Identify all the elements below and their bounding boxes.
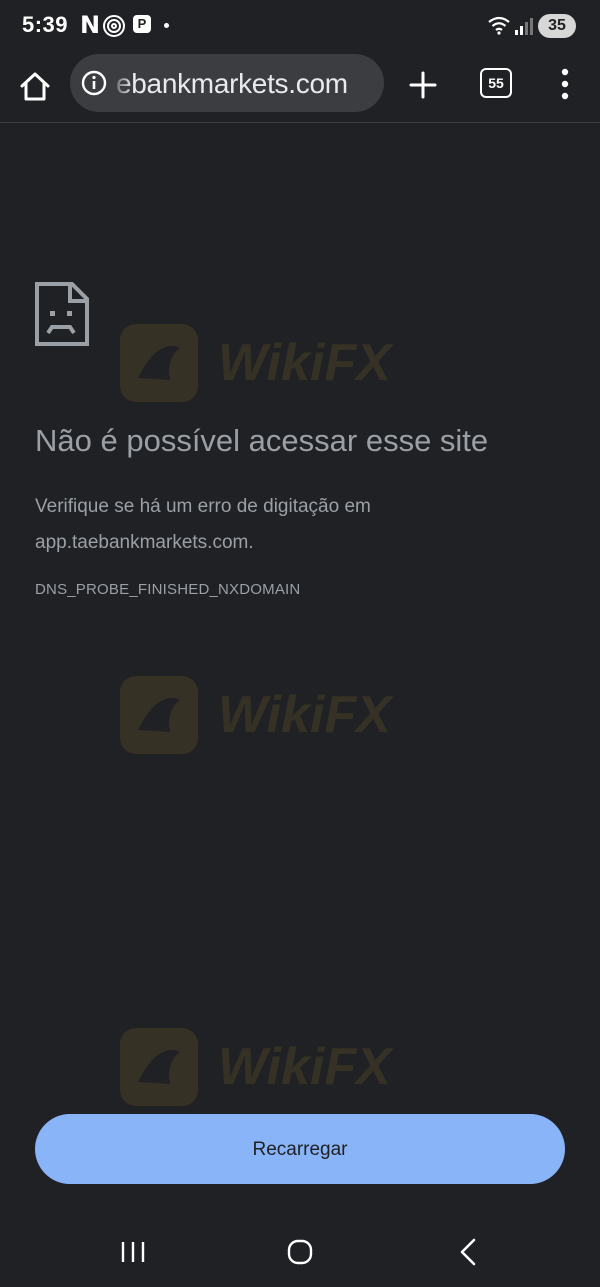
url-bar[interactable]: ebankmarkets.com: [70, 54, 384, 112]
browser-toolbar: ebankmarkets.com 55: [0, 52, 600, 123]
error-code: DNS_PROBE_FINISHED_NXDOMAIN: [35, 581, 301, 598]
n-app-icon: N: [80, 11, 101, 39]
signal-icon: [515, 18, 533, 35]
status-time: 5:39: [22, 12, 69, 37]
back-icon[interactable]: [448, 1232, 488, 1272]
home-icon[interactable]: [14, 66, 56, 108]
more-vert-icon[interactable]: [552, 66, 578, 102]
url-fade: [110, 54, 132, 112]
svg-text:WikiFX: WikiFX: [218, 686, 394, 744]
svg-text:WikiFX: WikiFX: [218, 334, 394, 392]
error-title: Não é possível acessar esse site: [35, 423, 489, 458]
svg-text:WikiFX: WikiFX: [218, 1038, 394, 1096]
battery-icon: 35: [538, 14, 576, 38]
info-icon[interactable]: [80, 69, 108, 97]
notification-dot-icon: [164, 23, 169, 28]
sad-document-icon: [35, 282, 89, 346]
url-text[interactable]: ebankmarkets.com: [116, 68, 348, 100]
system-nav-bar: [0, 1210, 600, 1287]
watermark-logo: WikiFX: [120, 324, 394, 402]
watermark-logo: WikiFX: [120, 1028, 394, 1106]
p-app-icon: P: [133, 15, 151, 33]
browser-screen: 5:39 N P 35 ebankmarkets.com 55 WikiFX W…: [0, 0, 600, 1287]
reload-button[interactable]: Recarregar: [35, 1114, 565, 1184]
wifi-icon: [488, 16, 510, 35]
home-circle-icon[interactable]: [280, 1232, 320, 1272]
plus-icon[interactable]: [404, 66, 442, 104]
watermark-logo: WikiFX: [120, 676, 394, 754]
error-description: Verifique se há um erro de digitação em …: [35, 496, 371, 553]
fingerprint-icon: [103, 15, 125, 37]
status-bar: 5:39 N P 35: [0, 0, 600, 52]
recents-icon[interactable]: [113, 1232, 153, 1272]
tabs-counter-button[interactable]: 55: [480, 68, 512, 98]
